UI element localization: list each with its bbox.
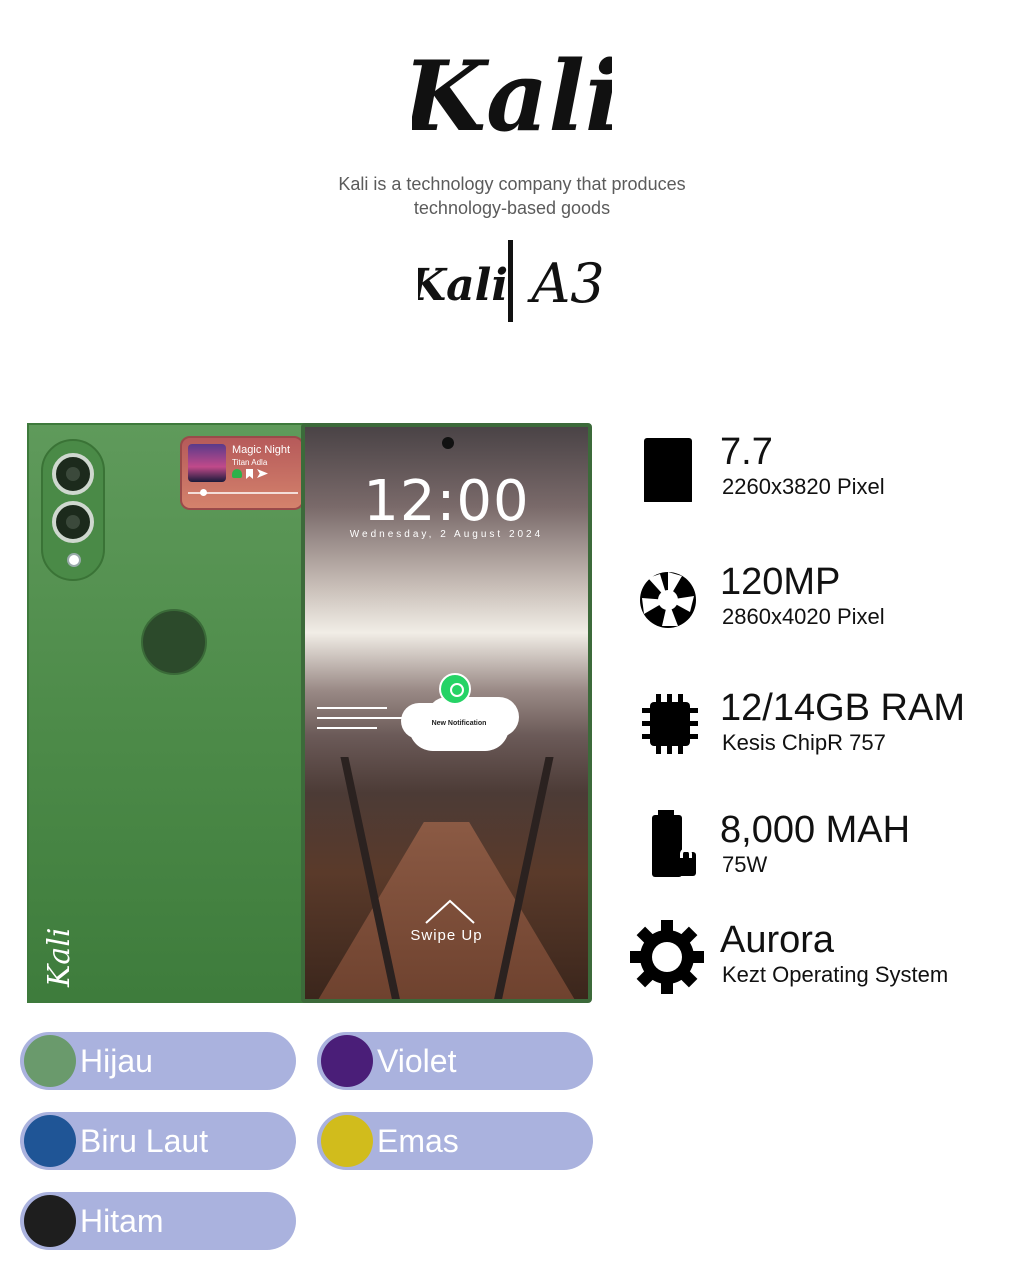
kali-logo: Kali xyxy=(412,40,612,153)
color-label: Biru Laut xyxy=(80,1123,209,1159)
fingerprint-sensor xyxy=(141,609,207,675)
song-artist: Titan Adla xyxy=(232,458,268,467)
rear-music-player: Magic Night Titan Adla xyxy=(180,436,304,510)
screen-icon xyxy=(644,438,692,502)
spec-sub: 2860x4020 Pixel xyxy=(722,604,885,629)
model-name-text: A3 xyxy=(526,252,604,315)
model-logo: Kali A3 xyxy=(418,240,605,322)
color-label: Hijau xyxy=(80,1043,153,1079)
send-icon xyxy=(257,469,268,478)
aperture-icon xyxy=(640,572,696,628)
color-swatch xyxy=(24,1195,76,1247)
color-swatch xyxy=(24,1115,76,1167)
bookmark-icon xyxy=(246,469,253,479)
model-divider xyxy=(508,240,513,322)
camera-module xyxy=(41,439,105,581)
color-swatch xyxy=(24,1035,76,1087)
swipe-up-icon xyxy=(425,899,475,924)
spec-sub: Kesis ChipR 757 xyxy=(722,730,886,755)
tagline-line-1: Kali is a technology company that produc… xyxy=(338,174,686,194)
color-swatch xyxy=(321,1035,373,1087)
phone-back: Magic Night Titan Adla Kali xyxy=(27,423,305,1003)
color-option-hijau[interactable]: Hijau xyxy=(20,1032,296,1090)
swipe-up-label[interactable]: Swipe Up xyxy=(305,927,588,944)
progress-thumb xyxy=(200,489,207,496)
battery-icon xyxy=(652,810,696,877)
front-camera-icon xyxy=(442,437,454,449)
color-swatch xyxy=(321,1115,373,1167)
spec-memory: 12/14GB RAM Kesis ChipR 757 xyxy=(630,688,1010,788)
spec-display: 7.7 2260x3820 Pixel xyxy=(630,432,1010,532)
color-option-violet[interactable]: Violet xyxy=(317,1032,593,1090)
notification-text: New Notification xyxy=(431,720,487,727)
back-logo: Kali xyxy=(42,928,77,989)
player-actions xyxy=(232,469,268,479)
camera-lens-icon xyxy=(52,453,94,495)
album-art xyxy=(188,444,226,482)
spec-sub: 75W xyxy=(722,852,768,877)
spec-main: 120MP xyxy=(720,561,841,603)
notification-lines xyxy=(317,707,407,737)
gear-icon xyxy=(630,920,704,994)
spec-main: Aurora xyxy=(720,919,835,961)
tagline-line-2: technology-based goods xyxy=(413,198,611,218)
color-label: Emas xyxy=(377,1123,459,1159)
spec-sub: Kezt Operating System xyxy=(722,962,949,987)
heart-icon xyxy=(232,469,242,478)
color-option-hitam[interactable]: Hitam xyxy=(20,1192,296,1250)
model-brand-text: Kali xyxy=(418,260,508,311)
spec-main: 7.7 xyxy=(720,431,773,473)
color-option-emas[interactable]: Emas xyxy=(317,1112,593,1170)
spec-battery: 8,000 MAH 75W xyxy=(630,810,1010,910)
chip-icon xyxy=(642,694,698,754)
phone-front-lockscreen: 12:00 Wednesday, 2 August 2024 New Notif… xyxy=(301,423,592,1003)
tagline: Kali is a technology company that produc… xyxy=(262,172,762,220)
color-option-biru-laut[interactable]: Biru Laut xyxy=(20,1112,296,1170)
whatsapp-icon[interactable] xyxy=(439,673,471,705)
flash-icon xyxy=(67,553,81,567)
song-title: Magic Night xyxy=(232,444,291,456)
lockscreen-clock: 12:00 xyxy=(363,469,530,534)
color-label: Violet xyxy=(377,1043,457,1079)
spec-os: Aurora Kezt Operating System xyxy=(630,920,1010,1020)
lockscreen-date: Wednesday, 2 August 2024 xyxy=(349,529,544,540)
spec-camera: 120MP 2860x4020 Pixel xyxy=(630,562,1010,662)
notification-bubble[interactable]: New Notification xyxy=(409,703,509,751)
spec-sub: 2260x3820 Pixel xyxy=(722,474,885,499)
spec-main: 8,000 MAH xyxy=(720,809,911,851)
camera-lens-icon xyxy=(52,501,94,543)
color-label: Hitam xyxy=(80,1203,164,1239)
back-logo-text: Kali xyxy=(42,928,77,989)
spec-main: 12/14GB RAM xyxy=(720,687,965,729)
logo-text: Kali xyxy=(412,40,612,153)
